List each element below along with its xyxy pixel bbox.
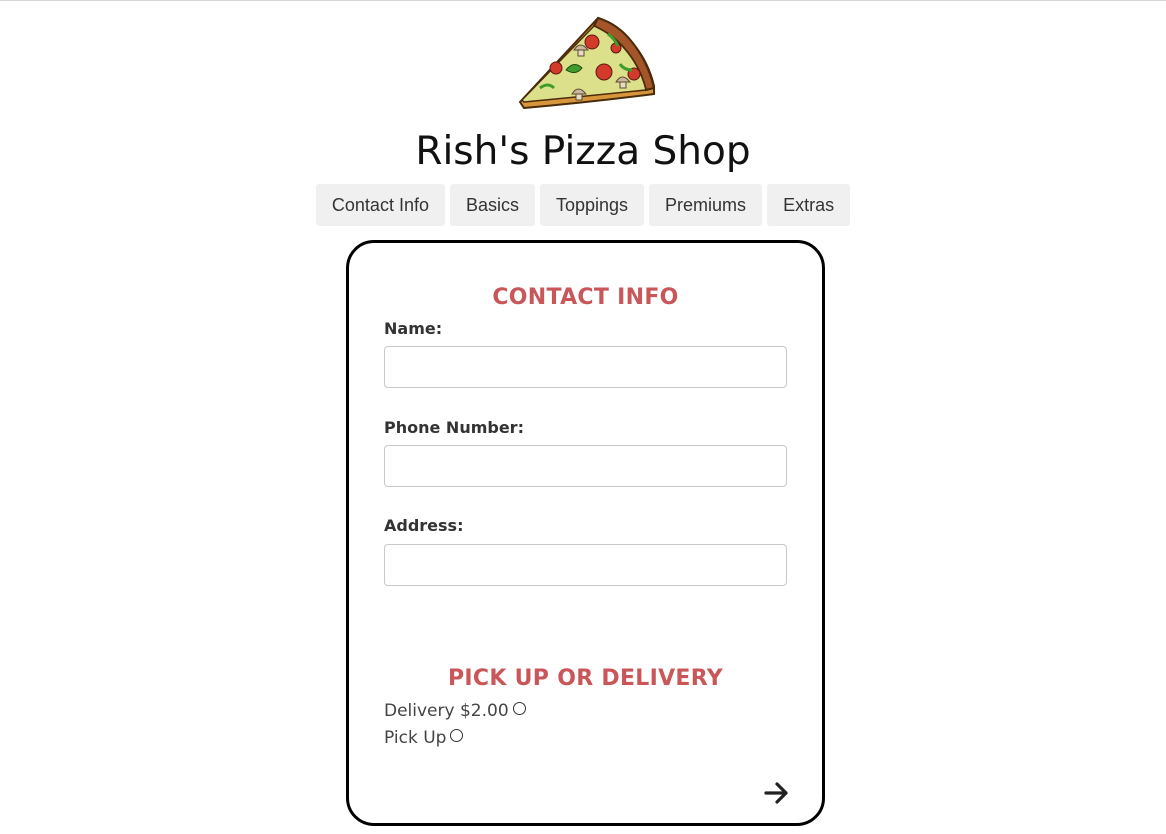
phone-input[interactable] <box>384 445 787 487</box>
name-label: Name: <box>384 319 443 338</box>
tab-premiums[interactable]: Premiums <box>649 184 763 226</box>
tab-extras[interactable]: Extras <box>767 184 851 226</box>
pickup-delivery-heading: PICK UP OR DELIVERY <box>447 666 724 691</box>
tab-basics[interactable]: Basics <box>449 184 535 226</box>
pizza-slice-icon <box>518 16 656 110</box>
delivery-radio[interactable] <box>512 701 526 715</box>
top-divider <box>0 0 1166 1</box>
address-label: Address: <box>384 516 464 535</box>
pickup-option: Pick Up <box>384 727 464 749</box>
pickup-radio[interactable] <box>450 728 464 742</box>
site-title: Rish's Pizza Shop <box>415 129 751 174</box>
order-form-card: CONTACT INFO Name: Phone Number: Address… <box>346 240 825 826</box>
tab-toppings[interactable]: Toppings <box>539 184 645 226</box>
address-input[interactable] <box>384 544 787 586</box>
phone-label: Phone Number: <box>384 418 524 437</box>
contact-info-heading: CONTACT INFO <box>492 285 679 310</box>
name-input[interactable] <box>384 346 787 388</box>
tab-bar: Contact Info Basics Toppings Premiums Ex… <box>0 184 1166 226</box>
delivery-option: Delivery $2.00 <box>384 700 526 722</box>
tab-contact-info[interactable]: Contact Info <box>315 184 445 226</box>
pickup-option-label: Pick Up <box>384 728 447 748</box>
delivery-option-label: Delivery $2.00 <box>384 701 509 721</box>
arrow-right-icon[interactable] <box>763 779 791 807</box>
